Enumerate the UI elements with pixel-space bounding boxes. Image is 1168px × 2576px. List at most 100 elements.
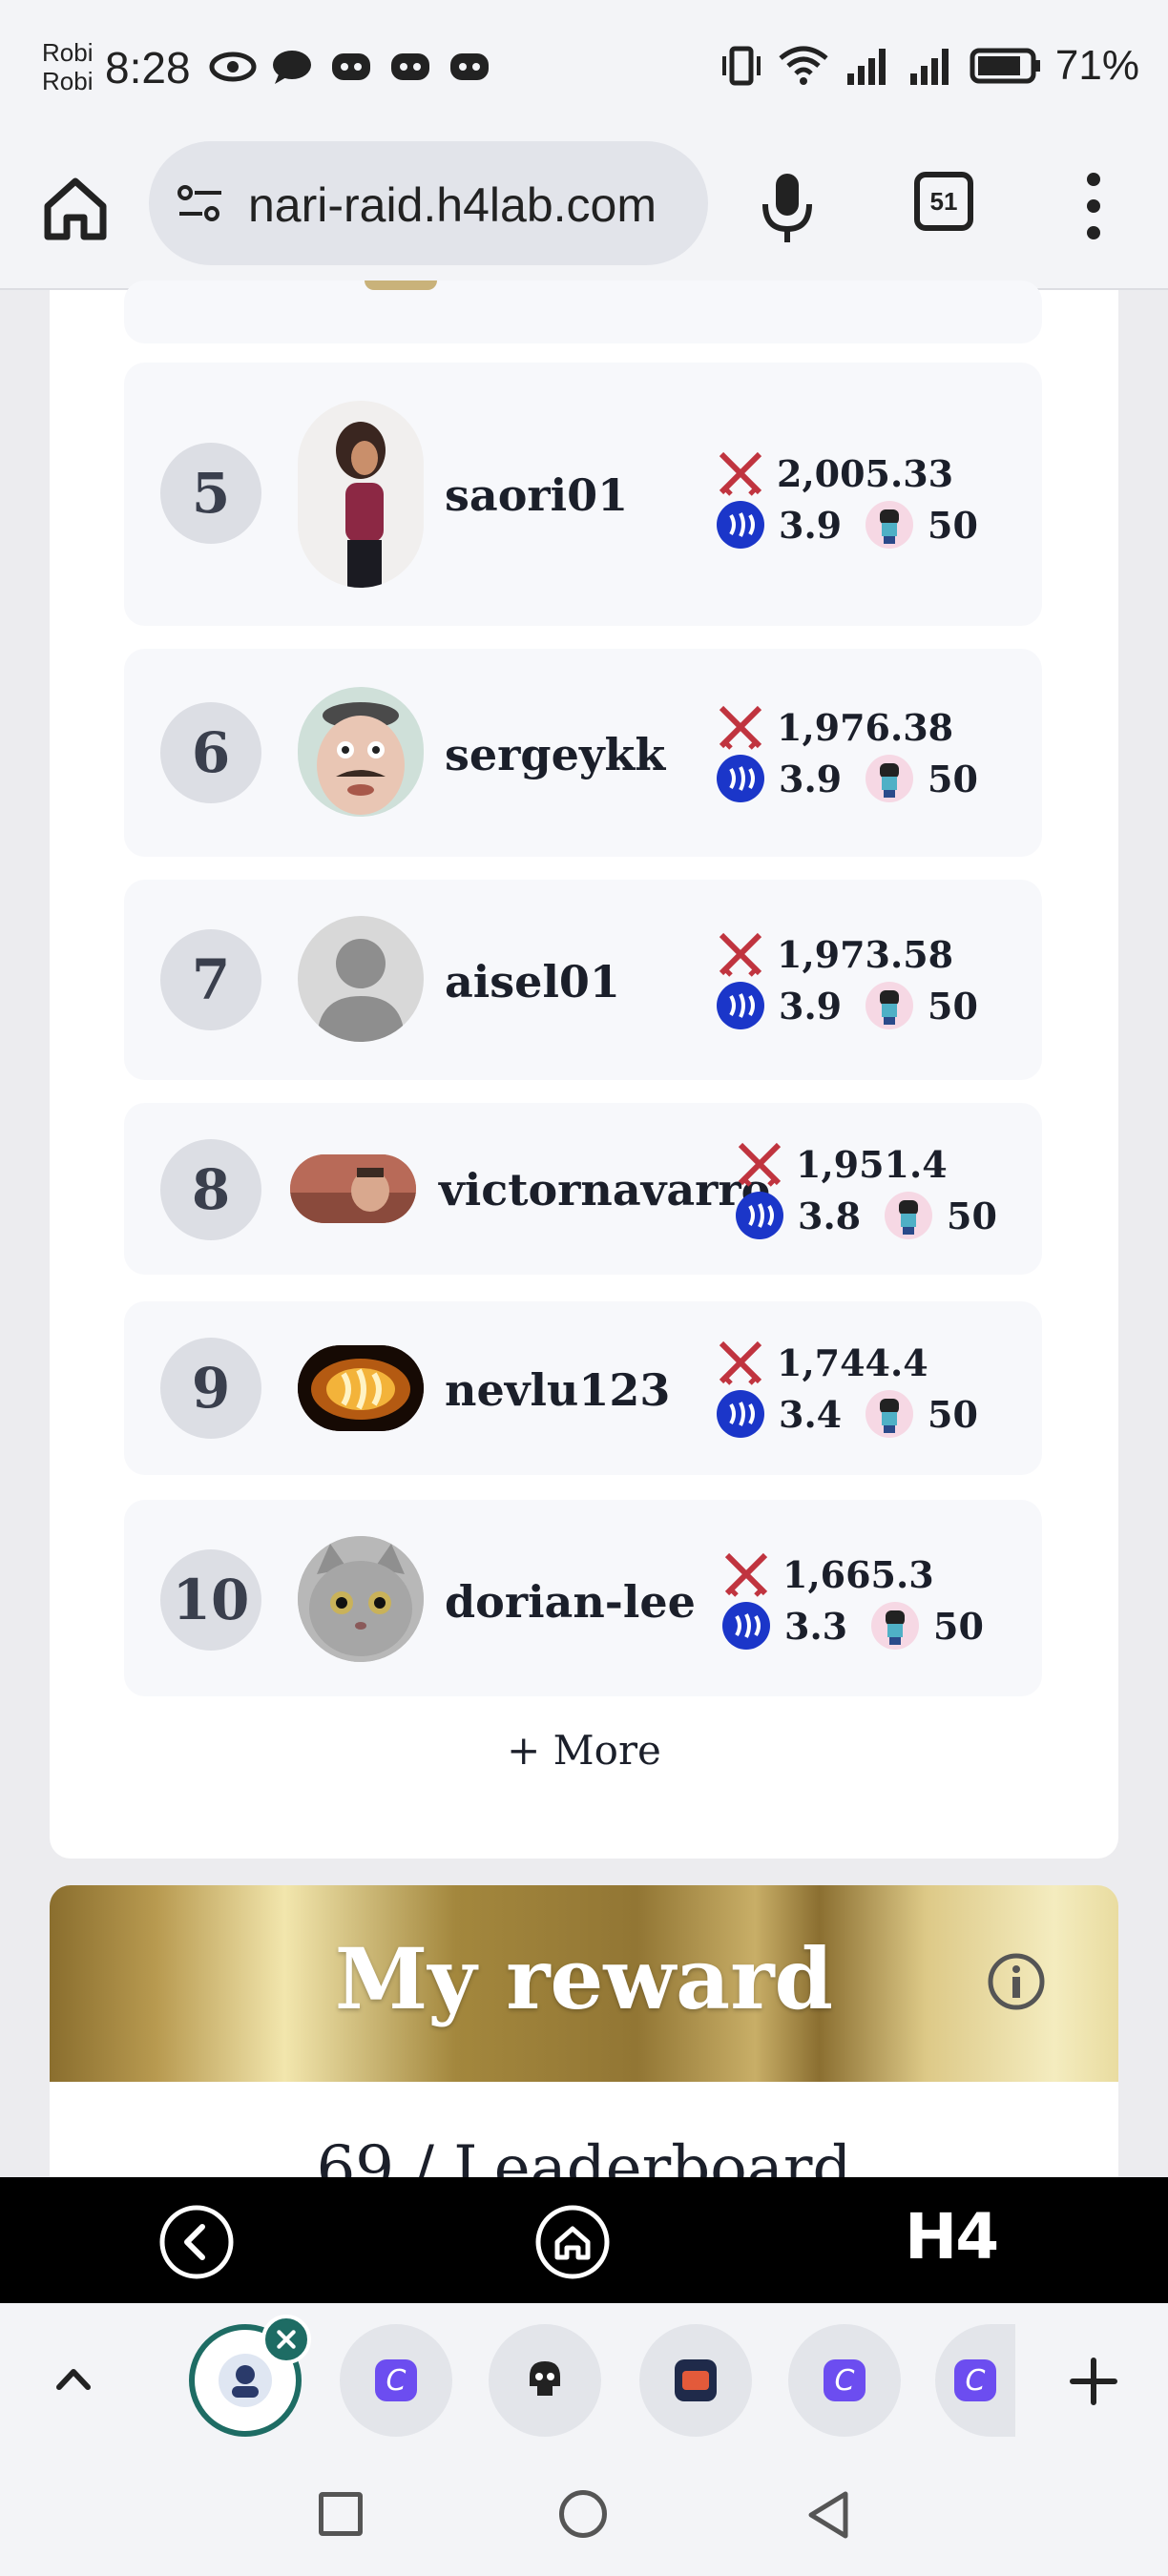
rank-badge: 8 xyxy=(160,1139,261,1240)
power-value: 1,744.4 xyxy=(777,1341,928,1384)
steem-power-value: 3.4 xyxy=(779,1393,843,1436)
carrier-line2: Robi xyxy=(42,67,94,95)
avatar-cartoon-image xyxy=(317,702,405,815)
leaderboard-row[interactable]: 5 saori01 2,005.33 3.9 50 xyxy=(124,363,1042,626)
site-bottom-nav: H4 xyxy=(0,2177,1168,2303)
leaderboard-card: 5 saori01 2,005.33 3.9 50 6 sergeykk 1,9… xyxy=(50,280,1118,1859)
power-value: 1,976.38 xyxy=(777,706,954,749)
mic-icon[interactable] xyxy=(754,170,821,246)
rank-badge: 9 xyxy=(160,1338,261,1439)
level-value: 50 xyxy=(947,1195,997,1237)
back-arrow-icon[interactable] xyxy=(158,2204,235,2280)
canva-icon: C xyxy=(954,2359,996,2401)
leaderboard-row[interactable]: 6 sergeykk 1,976.38 3.9 50 xyxy=(124,649,1042,857)
wifi-icon xyxy=(779,46,828,85)
rank-badge: 10 xyxy=(160,1549,261,1651)
site-favicon-icon xyxy=(219,2354,272,2407)
crossed-swords-icon xyxy=(719,705,762,750)
steem-power-value: 3.9 xyxy=(779,985,843,1028)
svg-text:C: C xyxy=(835,2364,855,2398)
eye-icon xyxy=(209,52,257,82)
tab-item[interactable] xyxy=(639,2324,752,2437)
tab-item[interactable] xyxy=(489,2324,601,2437)
steem-icon xyxy=(736,1192,783,1239)
leaderboard-row[interactable]: 7 aisel01 1,973.58 3.9 50 xyxy=(124,880,1042,1080)
username[interactable]: sergeykk xyxy=(445,729,665,780)
tab-item[interactable]: C xyxy=(340,2324,452,2437)
tab-item[interactable]: C xyxy=(788,2324,901,2437)
steem-icon xyxy=(722,1602,770,1650)
system-nav-bar xyxy=(0,2462,1168,2576)
back-triangle-icon[interactable] xyxy=(803,2488,851,2542)
crossed-swords-icon xyxy=(719,932,762,977)
home-icon[interactable] xyxy=(38,172,113,246)
chevron-up-icon[interactable] xyxy=(50,2355,97,2402)
avatar xyxy=(290,1154,416,1223)
home-icon[interactable] xyxy=(534,2204,611,2280)
hero-icon xyxy=(866,501,913,549)
more-menu-icon[interactable] xyxy=(1074,168,1113,244)
username[interactable]: saori01 xyxy=(445,469,628,521)
signal-icon xyxy=(909,49,949,85)
hero-icon xyxy=(866,1390,913,1438)
level-value: 50 xyxy=(928,985,978,1028)
info-icon[interactable] xyxy=(987,1952,1046,2011)
hero-icon xyxy=(871,1602,919,1650)
discord-icon xyxy=(450,53,489,80)
power-value: 1,951.4 xyxy=(796,1143,948,1186)
leaderboard-row[interactable]: 10 dorian-lee 1,665.3 3.3 50 xyxy=(124,1500,1042,1696)
avatar-man-image xyxy=(290,1154,416,1223)
home-circle-icon[interactable] xyxy=(559,2490,607,2538)
browser-toolbar: nari-raid.h4lab.com 51 xyxy=(0,134,1168,290)
hero-icon xyxy=(885,1192,932,1239)
discord-icon xyxy=(332,53,370,80)
steem-icon xyxy=(717,982,764,1029)
site-settings-icon[interactable] xyxy=(174,177,227,231)
tab-item[interactable]: C xyxy=(935,2324,1015,2437)
recents-icon[interactable] xyxy=(319,2492,363,2536)
steem-fire-image xyxy=(298,1345,424,1431)
level-value: 50 xyxy=(928,1393,978,1436)
steem-power-value: 3.3 xyxy=(784,1605,848,1648)
leaderboard-row[interactable]: 9 nevlu123 1,744.4 3.4 50 xyxy=(124,1301,1042,1475)
player-stats: 1,744.4 3.4 50 xyxy=(716,1338,1002,1443)
new-tab-plus-icon[interactable] xyxy=(1065,2353,1122,2410)
address-bar[interactable]: nari-raid.h4lab.com xyxy=(149,141,708,265)
system-status: 71% xyxy=(720,42,1139,90)
url-text[interactable]: nari-raid.h4lab.com xyxy=(248,177,693,233)
hero-icon xyxy=(866,755,913,802)
player-stats: 1,665.3 3.3 50 xyxy=(721,1549,1008,1654)
player-stats: 2,005.33 3.9 50 xyxy=(716,448,1002,553)
discord-icon xyxy=(391,53,429,80)
crossed-swords-icon xyxy=(724,1552,768,1597)
player-stats: 1,976.38 3.9 50 xyxy=(716,702,1002,807)
username[interactable]: victornavarro xyxy=(439,1164,770,1215)
h4-logo[interactable]: H4 xyxy=(905,2200,999,2274)
leaderboard-row-partial[interactable] xyxy=(124,280,1042,343)
level-value: 50 xyxy=(933,1605,984,1648)
username[interactable]: nevlu123 xyxy=(445,1364,670,1416)
avatar xyxy=(298,1536,424,1662)
crossed-swords-icon xyxy=(719,451,762,496)
status-bar: Robi Robi 8:28 71% xyxy=(0,0,1168,134)
steem-icon xyxy=(717,501,764,549)
leaderboard-row[interactable]: 8 victornavarro 1,951.4 3.8 50 xyxy=(124,1103,1042,1275)
close-tab-icon[interactable] xyxy=(261,2315,311,2364)
battery-percent: 71% xyxy=(1054,42,1139,89)
tab-switcher-button[interactable]: 51 xyxy=(914,172,973,231)
username[interactable]: aisel01 xyxy=(445,956,620,1008)
default-user-icon xyxy=(317,939,405,1042)
more-button[interactable]: + More xyxy=(50,1727,1118,1774)
canva-icon: C xyxy=(375,2359,417,2401)
crossed-swords-icon xyxy=(719,1340,762,1385)
username[interactable]: dorian-lee xyxy=(445,1576,696,1628)
avatar xyxy=(298,1345,424,1431)
steem-icon xyxy=(717,755,764,802)
tab-strip: C C C xyxy=(0,2303,1168,2462)
power-value: 1,973.58 xyxy=(777,933,954,976)
steem-power-value: 3.9 xyxy=(779,504,843,547)
skull-icon xyxy=(530,2361,560,2396)
battery-icon xyxy=(970,48,1040,84)
steem-icon xyxy=(717,1390,764,1438)
power-value: 2,005.33 xyxy=(777,452,954,495)
